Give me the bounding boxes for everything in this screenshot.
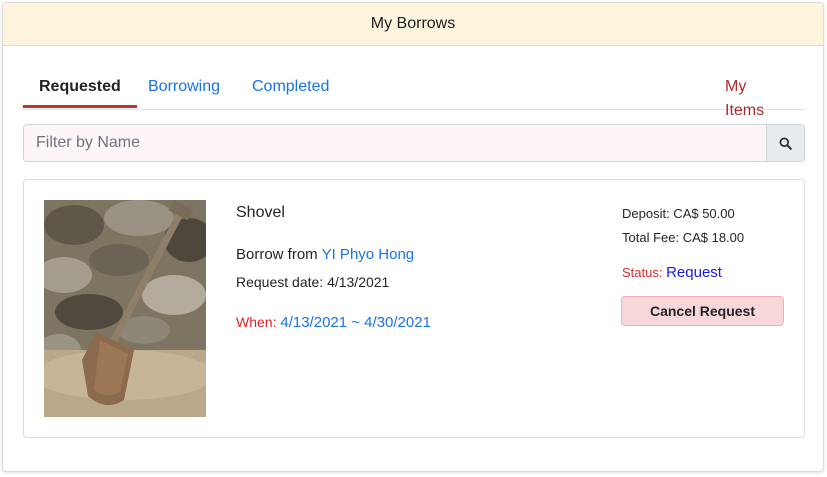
borrow-from-line: Borrow from YI Phyo Hong bbox=[236, 246, 414, 263]
request-date-line: Request date: 4/13/2021 bbox=[236, 274, 389, 290]
status-label: Status: bbox=[622, 265, 663, 280]
tab-bar: Requested Borrowing Completed My Items bbox=[23, 65, 805, 119]
tab-borrowing[interactable]: Borrowing bbox=[132, 75, 236, 107]
borrow-item-card: Shovel Borrow from YI Phyo Hong Request … bbox=[23, 179, 805, 438]
tab-requested[interactable]: Requested bbox=[23, 75, 137, 108]
status-value: Request bbox=[666, 264, 722, 281]
search-button[interactable] bbox=[766, 125, 804, 161]
total-fee-text: Total Fee: CA$ 18.00 bbox=[622, 230, 745, 245]
shovel-image bbox=[44, 200, 206, 417]
item-photo[interactable] bbox=[44, 200, 206, 417]
search-icon bbox=[779, 136, 792, 150]
tab-my-items[interactable]: My Items bbox=[709, 75, 805, 119]
when-label: When: bbox=[236, 314, 277, 330]
filter-bar bbox=[23, 124, 805, 162]
lender-link[interactable]: YI Phyo Hong bbox=[322, 246, 415, 263]
request-date-value: 4/13/2021 bbox=[327, 274, 390, 290]
tab-completed[interactable]: Completed bbox=[236, 75, 345, 107]
borrow-from-label: Borrow from bbox=[236, 246, 318, 263]
borrows-card: My Borrows Requested Borrowing Completed… bbox=[2, 2, 824, 472]
when-value: 4/13/2021 ~ 4/30/2021 bbox=[280, 314, 431, 331]
page-title: My Borrows bbox=[3, 3, 823, 46]
cancel-request-button[interactable]: Cancel Request bbox=[621, 296, 784, 326]
item-name: Shovel bbox=[236, 204, 285, 221]
filter-input[interactable] bbox=[24, 125, 766, 161]
status-line: Status: Request bbox=[622, 264, 722, 281]
deposit-text: Deposit: CA$ 50.00 bbox=[622, 206, 735, 221]
when-line: When: 4/13/2021 ~ 4/30/2021 bbox=[236, 314, 431, 331]
request-date-label: Request date: bbox=[236, 274, 324, 290]
